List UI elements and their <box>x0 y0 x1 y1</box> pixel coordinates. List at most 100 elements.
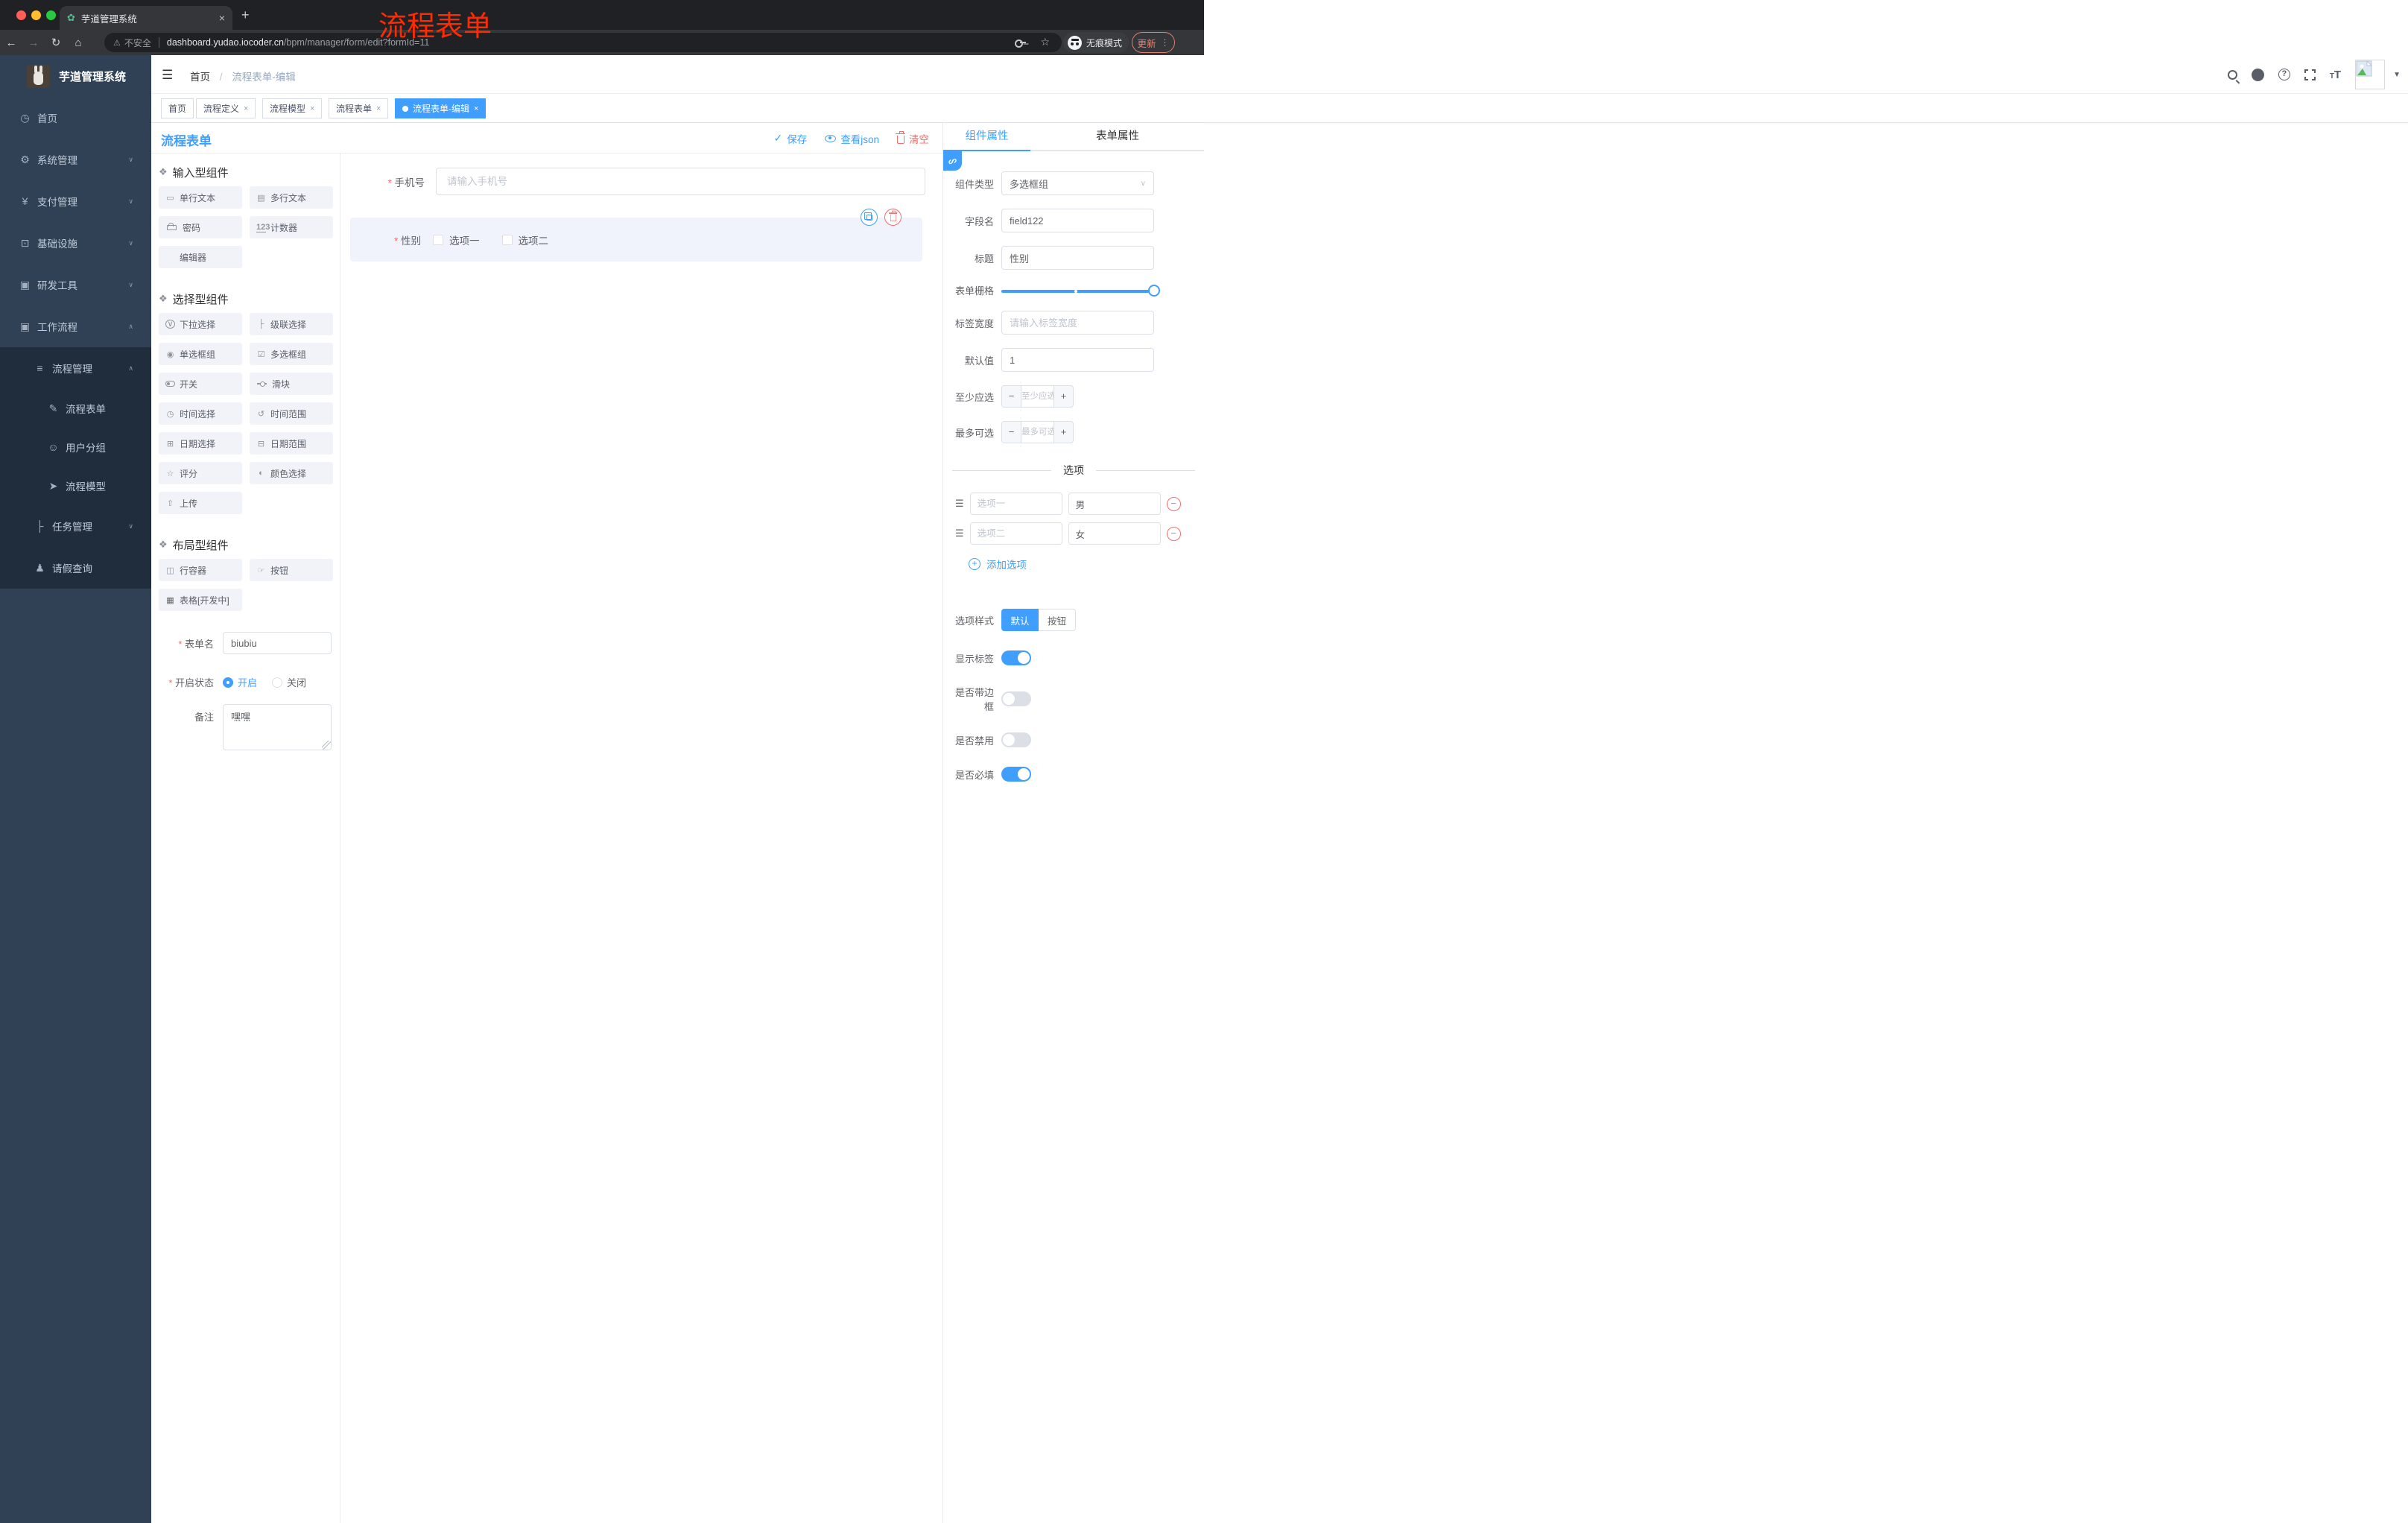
palette-item-editor[interactable]: 编辑器 <box>159 246 242 268</box>
checkbox-icon[interactable] <box>501 234 513 245</box>
tab-close-icon[interactable]: × <box>219 12 225 24</box>
drag-handle-icon[interactable]: ☰ <box>955 498 964 510</box>
sidebar-collapse-icon[interactable]: ☰ <box>162 68 173 83</box>
slider-thumb[interactable] <box>1148 284 1160 297</box>
sidebar-item-leave-query[interactable]: ♟ 请假查询 <box>0 547 151 589</box>
view-json-button[interactable]: 查看json <box>825 131 879 146</box>
palette-item-counter[interactable]: 123 计数器 <box>250 216 333 238</box>
caret-down-icon[interactable]: ▼ <box>2393 71 2401 79</box>
status-off-radio[interactable]: 关闭 <box>272 675 306 689</box>
disabled-toggle[interactable] <box>1001 732 1031 747</box>
tab-component-props[interactable]: 组件属性 <box>943 123 1030 150</box>
option-2-value-input[interactable] <box>1068 522 1161 545</box>
title-input[interactable] <box>1001 246 1154 270</box>
max-select-input[interactable] <box>1021 422 1054 443</box>
close-icon[interactable]: × <box>474 104 478 113</box>
palette-item-time-range[interactable]: ↺ 时间范围 <box>250 402 333 425</box>
style-default-button[interactable]: 默认 <box>1001 609 1039 631</box>
phone-field-row[interactable]: 手机号 <box>340 168 942 195</box>
with-border-toggle[interactable] <box>1001 691 1031 706</box>
breadcrumb-home[interactable]: 首页 <box>190 72 210 83</box>
mac-zoom-button[interactable] <box>46 10 56 20</box>
gender-option-1[interactable]: 选项一 <box>433 232 480 247</box>
palette-item-switch[interactable]: 开关 <box>159 373 242 395</box>
palette-item-textarea[interactable]: ▤ 多行文本 <box>250 186 333 209</box>
browser-update-button[interactable]: 更新 ⋮ <box>1132 32 1175 53</box>
avatar[interactable] <box>2355 60 2386 89</box>
tag-process-definition[interactable]: 流程定义 × <box>196 98 256 118</box>
tag-process-form-edit[interactable]: 流程表单-编辑 × <box>395 98 487 118</box>
forward-icon[interactable]: → <box>22 37 45 49</box>
delete-component-button[interactable] <box>884 209 902 226</box>
palette-item-date-picker[interactable]: ⊞ 日期选择 <box>159 432 242 455</box>
plus-button[interactable]: + <box>1054 386 1073 407</box>
sidebar-item-process-mgmt[interactable]: ≡ 流程管理 ∧ <box>0 347 151 389</box>
add-option-button[interactable]: + 添加选项 <box>969 557 1204 571</box>
palette-item-button[interactable]: ☞ 按钮 <box>250 559 333 581</box>
remark-textarea[interactable]: 嘿嘿 <box>223 704 332 750</box>
palette-item-rate[interactable]: ☆ 评分 <box>159 462 242 484</box>
clear-button[interactable]: 清空 <box>896 130 929 146</box>
mac-close-button[interactable] <box>16 10 26 20</box>
palette-item-single-text[interactable]: ▭ 单行文本 <box>159 186 242 209</box>
selected-component-gender[interactable]: 性别 选项一 选项二 <box>350 209 922 262</box>
bookmark-star-icon[interactable]: ☆ <box>1040 36 1050 48</box>
address-bar[interactable]: ⚠ 不安全 dashboard.yudao.iocoder.cn /bpm/ma… <box>104 33 1062 52</box>
sidebar-item-infra[interactable]: ⊡ 基础设施 ∨ <box>0 222 151 264</box>
tab-form-props[interactable]: 表单属性 <box>1030 123 1205 150</box>
palette-item-row-container[interactable]: ◫ 行容器 <box>159 559 242 581</box>
gender-option-2[interactable]: 选项二 <box>501 232 548 247</box>
field-name-input[interactable] <box>1001 209 1154 232</box>
drag-handle-icon[interactable]: ☰ <box>955 528 964 539</box>
default-value-input[interactable] <box>1001 348 1154 372</box>
palette-item-cascader[interactable]: ├ 级联选择 <box>250 313 333 335</box>
link-handle[interactable] <box>943 151 962 171</box>
option-1-label-input[interactable] <box>969 493 1062 515</box>
browser-menu-icon[interactable]: ⋮ <box>1161 37 1170 48</box>
min-select-input[interactable] <box>1021 386 1054 407</box>
sidebar-item-user-group[interactable]: ☺ 用户分组 <box>0 428 151 466</box>
search-icon[interactable] <box>2227 69 2237 80</box>
text-size-icon[interactable]: TT <box>2330 69 2341 81</box>
minus-button[interactable]: − <box>1002 386 1021 407</box>
minus-button[interactable]: − <box>1002 422 1021 443</box>
palette-item-slider[interactable]: 滑块 <box>250 373 333 395</box>
palette-item-time-picker[interactable]: ◷ 时间选择 <box>159 402 242 425</box>
style-button-button[interactable]: 按钮 <box>1039 609 1076 631</box>
component-type-select[interactable]: 多选框组 ∨ <box>1001 171 1154 195</box>
palette-item-table[interactable]: ▦ 表格[开发中] <box>159 589 242 611</box>
sidebar-item-payment[interactable]: ¥ 支付管理 ∨ <box>0 180 151 222</box>
palette-item-color-picker[interactable]: ◐ 颜色选择 <box>250 462 333 484</box>
sidebar-item-home[interactable]: ◷ 首页 <box>0 97 151 139</box>
sidebar-item-task-mgmt[interactable]: ├ 任务管理 ∨ <box>0 505 151 547</box>
sidebar-item-devtools[interactable]: ▣ 研发工具 ∨ <box>0 264 151 305</box>
close-icon[interactable]: × <box>310 104 314 113</box>
remove-option-button[interactable]: − <box>1166 496 1181 511</box>
sidebar-item-process-model[interactable]: ➤ 流程模型 <box>0 466 151 505</box>
close-icon[interactable]: × <box>376 104 381 113</box>
tag-process-form[interactable]: 流程表单 × <box>329 98 389 118</box>
palette-item-radio-group[interactable]: ◉ 单选框组 <box>159 343 242 365</box>
status-on-radio[interactable]: 开启 <box>223 675 257 689</box>
form-name-input[interactable] <box>223 632 332 654</box>
palette-item-select[interactable]: ∨ 下拉选择 <box>159 313 242 335</box>
show-label-toggle[interactable] <box>1001 650 1031 665</box>
reload-icon[interactable]: ↻ <box>45 36 67 49</box>
palette-item-date-range[interactable]: ⊟ 日期范围 <box>250 432 333 455</box>
form-grid-slider[interactable] <box>1001 284 1160 297</box>
app-logo[interactable]: 芋道管理系统 <box>0 55 151 97</box>
sidebar-item-process-form[interactable]: ✎ 流程表单 <box>0 389 151 428</box>
help-icon[interactable]: ? <box>2278 69 2290 80</box>
close-icon[interactable]: × <box>244 104 248 113</box>
sidebar-item-system[interactable]: ⚙ 系统管理 ∨ <box>0 139 151 180</box>
plus-button[interactable]: + <box>1054 422 1073 443</box>
save-button[interactable]: ✓ 保存 <box>774 131 808 146</box>
tag-process-model[interactable]: 流程模型 × <box>262 98 323 118</box>
sidebar-item-workflow[interactable]: ▣ 工作流程 ∧ <box>0 305 151 347</box>
checkbox-icon[interactable] <box>433 234 443 245</box>
palette-item-upload[interactable]: ⇧ 上传 <box>159 492 242 514</box>
tag-home[interactable]: 首页 <box>161 98 194 118</box>
new-tab-button[interactable]: + <box>241 8 250 22</box>
remove-option-button[interactable]: − <box>1166 526 1181 541</box>
github-icon[interactable] <box>2251 68 2264 81</box>
